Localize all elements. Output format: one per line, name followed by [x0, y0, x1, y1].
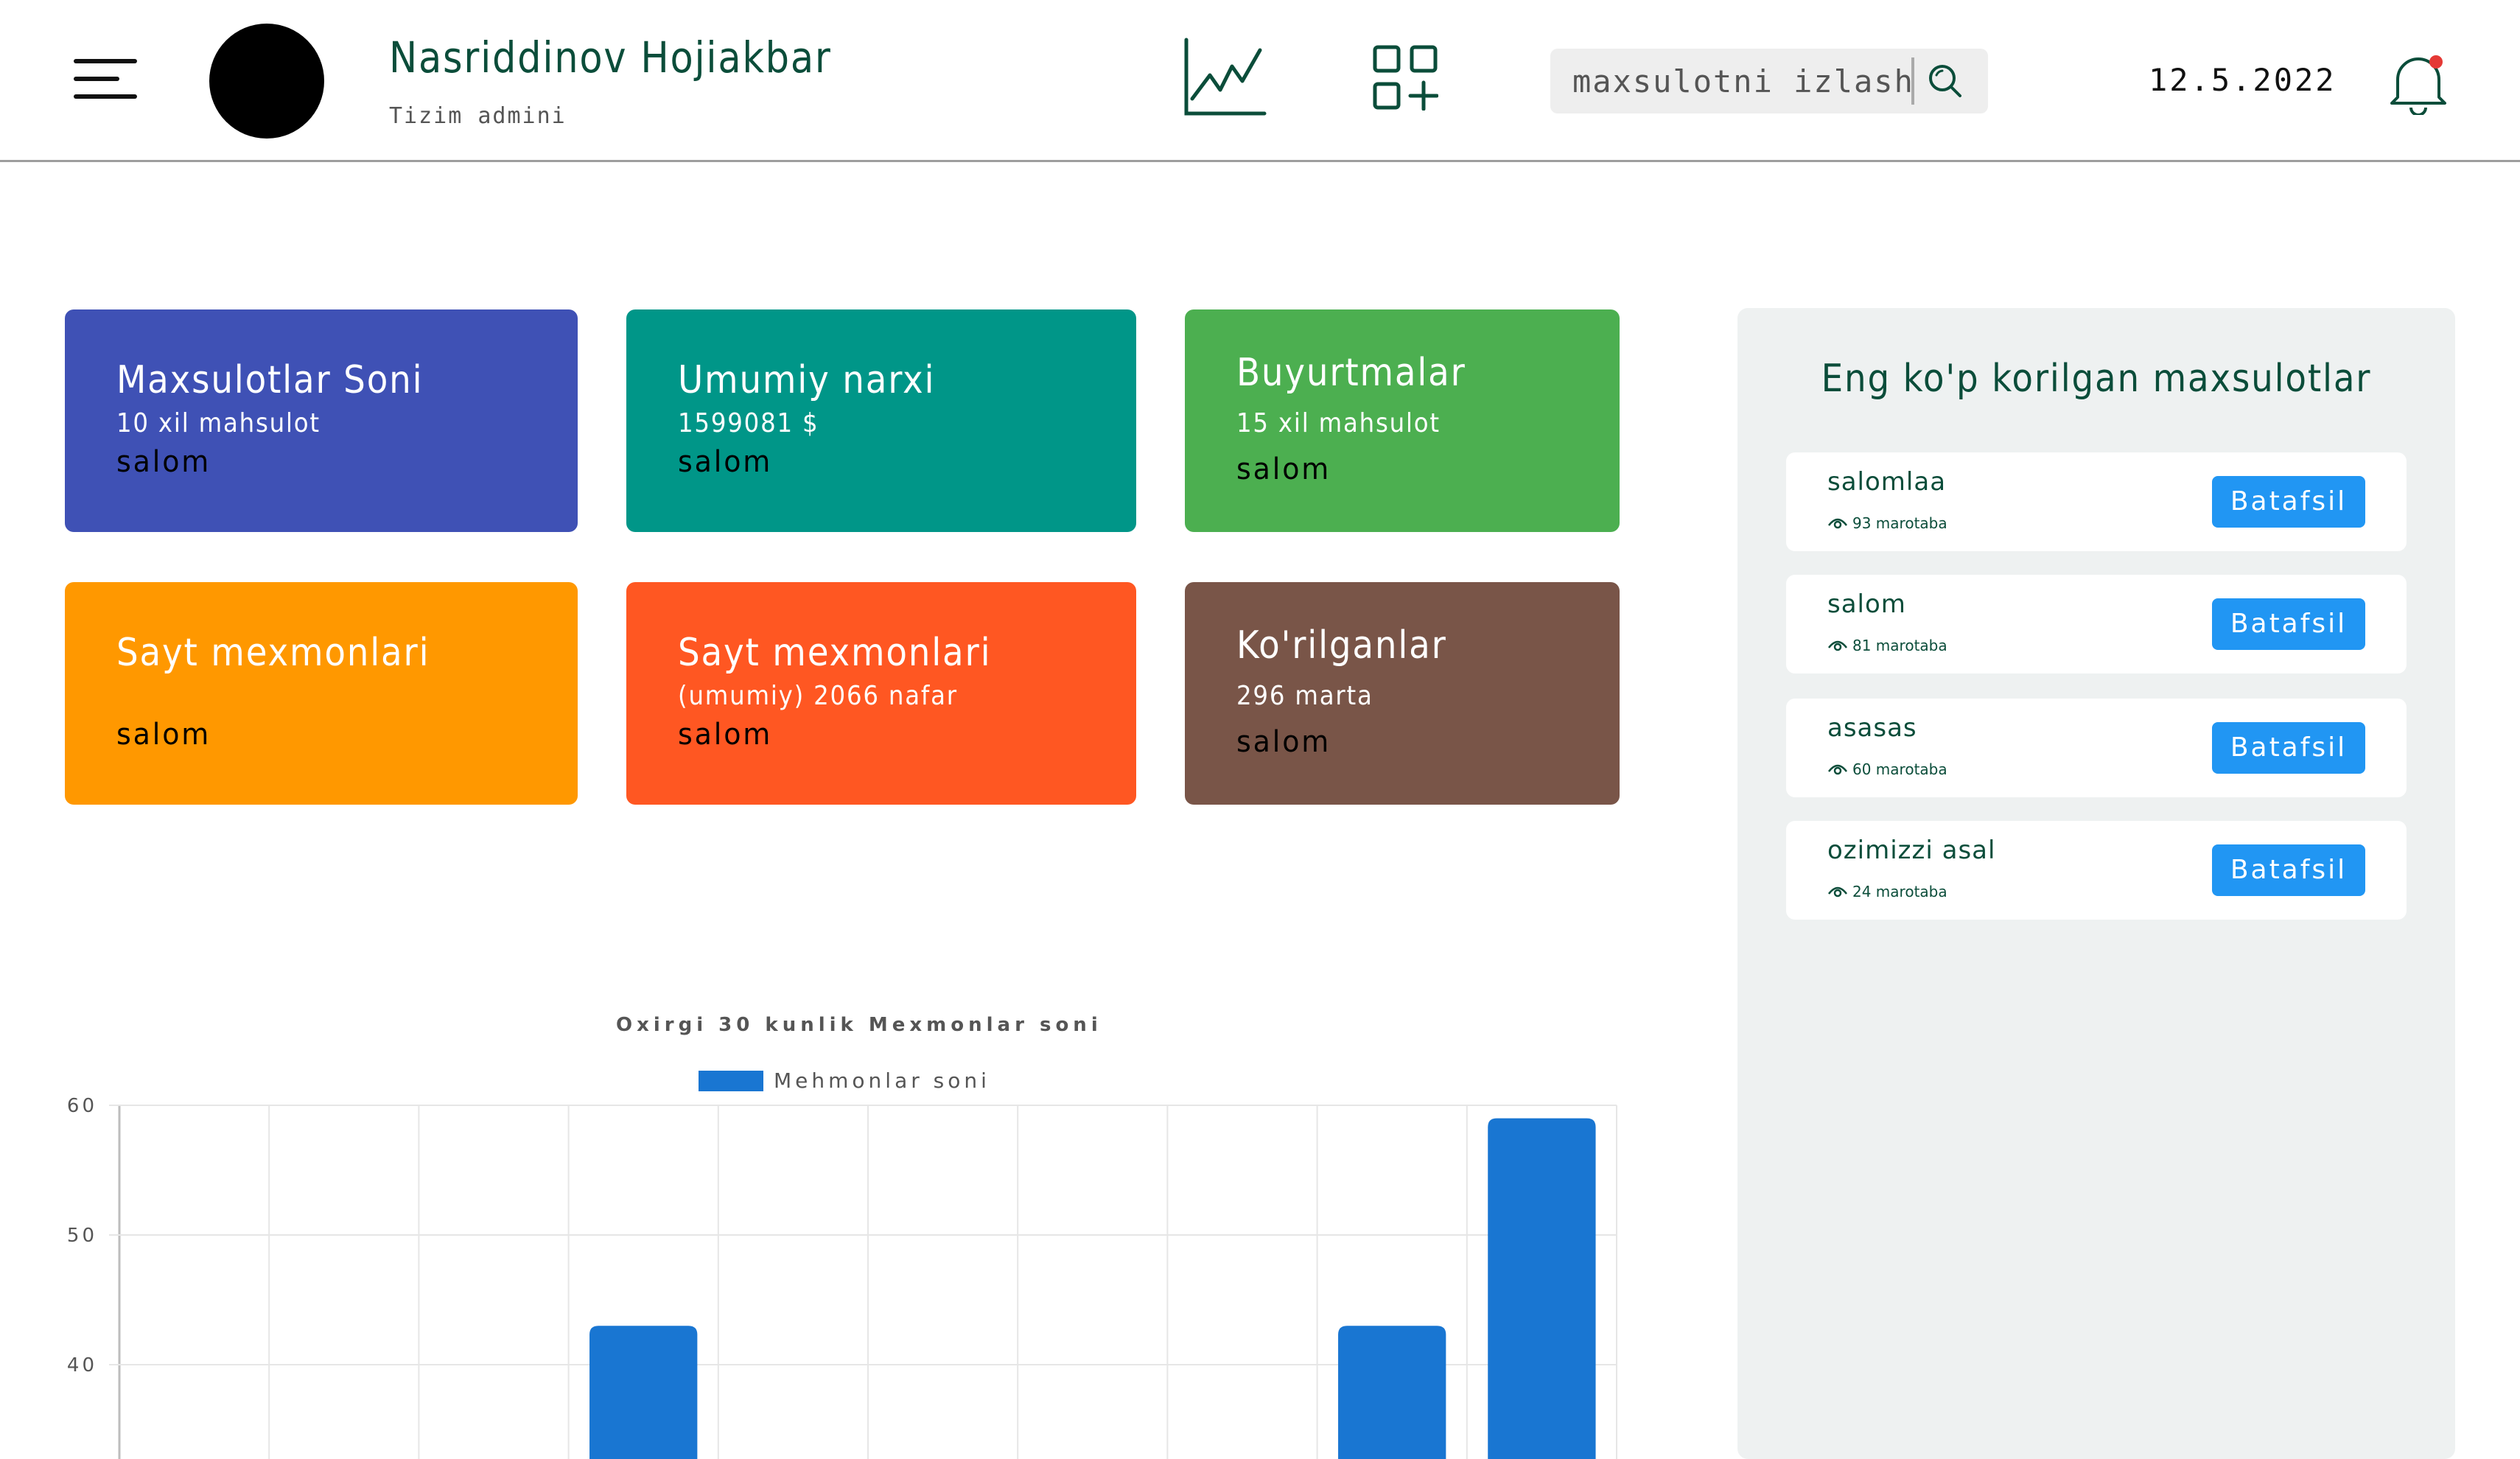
- search-box: [1550, 49, 1988, 113]
- card-title: Maxsulotlar Soni: [116, 358, 424, 402]
- eye-icon: [1828, 518, 1847, 529]
- chart-bar[interactable]: [589, 1326, 698, 1459]
- card-value: salom: [1236, 452, 1331, 486]
- card-subtitle: 10 xil mahsulot: [116, 408, 321, 438]
- top-products-panel: Eng ko'p korilgan maxsulotlar salomlaa 9…: [1737, 308, 2455, 1459]
- card-value: salom: [678, 445, 773, 479]
- product-name: asasas: [1827, 713, 1917, 743]
- views-text: 60 marotaba: [1852, 760, 1947, 778]
- product-name: ozimizzi asal: [1827, 836, 1996, 865]
- card-total-price[interactable]: Umumiy narxi 1599081 $ salom: [626, 309, 1136, 532]
- line-chart-icon[interactable]: [1182, 37, 1267, 118]
- search-icon[interactable]: [1919, 55, 1972, 108]
- product-name: salom: [1827, 589, 1906, 619]
- card-value: salom: [116, 445, 211, 479]
- card-views[interactable]: Ko'rilganlar 296 marta salom: [1185, 582, 1620, 805]
- views-text: 24 marotaba: [1852, 883, 1947, 900]
- chart-bar[interactable]: [1488, 1118, 1596, 1459]
- card-subtitle: 15 xil mahsulot: [1236, 408, 1441, 438]
- panel-title: Eng ko'p korilgan maxsulotlar: [1821, 357, 2372, 401]
- card-title: Sayt mexmonlari: [678, 631, 992, 675]
- chart-bar[interactable]: [1338, 1326, 1446, 1459]
- eye-icon: [1828, 764, 1847, 775]
- card-products-count[interactable]: Maxsulotlar Soni 10 xil mahsulot salom: [65, 309, 578, 532]
- eye-icon: [1828, 640, 1847, 651]
- list-item: salomlaa 93 marotaba Batafsil: [1786, 452, 2407, 551]
- card-title: Umumiy narxi: [678, 358, 936, 402]
- list-item: salom 81 marotaba Batafsil: [1786, 575, 2407, 673]
- user-role: Tizim admini: [389, 103, 567, 129]
- notification-dot: [2429, 55, 2443, 69]
- card-site-visitors-total[interactable]: Sayt mexmonlari (umumiy) 2066 nafar salo…: [626, 582, 1136, 805]
- bell-icon[interactable]: [2384, 49, 2452, 115]
- card-title: Sayt mexmonlari: [116, 631, 430, 675]
- product-name: salomlaa: [1827, 467, 1947, 497]
- chart-plot: 60 50 40: [67, 1095, 1617, 1459]
- details-button[interactable]: Batafsil: [2212, 722, 2365, 774]
- card-title: Buyurtmalar: [1236, 351, 1466, 395]
- details-button[interactable]: Batafsil: [2212, 598, 2365, 650]
- avatar[interactable]: [209, 24, 324, 139]
- card-subtitle: (umumiy) 2066 nafar: [678, 681, 958, 711]
- views-text: 81 marotaba: [1852, 637, 1947, 654]
- details-button[interactable]: Batafsil: [2212, 476, 2365, 528]
- top-header: Nasriddinov Hojiakbar Tizim admini 12.5.…: [0, 0, 2520, 162]
- user-name: Nasriddinov Hojiakbar: [389, 32, 832, 83]
- product-views: 24 marotaba: [1827, 883, 1947, 900]
- card-orders[interactable]: Buyurtmalar 15 xil mahsulot salom: [1185, 309, 1620, 532]
- y-tick-label: 40: [67, 1354, 97, 1376]
- list-item: ozimizzi asal 24 marotaba Batafsil: [1786, 821, 2407, 920]
- product-views: 60 marotaba: [1827, 760, 1947, 778]
- current-date: 12.5.2022: [2149, 62, 2337, 98]
- y-tick-label: 60: [67, 1095, 97, 1117]
- card-title: Ko'rilganlar: [1236, 623, 1447, 668]
- y-tick-label: 50: [67, 1225, 97, 1247]
- card-value: salom: [1236, 725, 1331, 759]
- product-views: 93 marotaba: [1827, 514, 1947, 532]
- card-subtitle: 1599081 $: [678, 408, 819, 438]
- product-views: 81 marotaba: [1827, 637, 1947, 654]
- eye-icon: [1828, 886, 1847, 898]
- search-divider: [1911, 57, 1914, 105]
- search-input[interactable]: [1572, 49, 1933, 113]
- card-value: salom: [678, 718, 773, 752]
- details-button[interactable]: Batafsil: [2212, 844, 2365, 896]
- grid-plus-icon[interactable]: [1372, 44, 1438, 111]
- card-site-visitors[interactable]: Sayt mexmonlari salom: [65, 582, 578, 805]
- card-value: salom: [116, 718, 211, 752]
- views-text: 93 marotaba: [1852, 514, 1947, 532]
- list-item: asasas 60 marotaba Batafsil: [1786, 699, 2407, 797]
- card-subtitle: 296 marta: [1236, 681, 1373, 711]
- menu-icon[interactable]: [74, 59, 137, 100]
- visitors-chart: Oxirgi 30 kunlik Mexmonlar soni Mehmonla…: [0, 987, 1651, 1459]
